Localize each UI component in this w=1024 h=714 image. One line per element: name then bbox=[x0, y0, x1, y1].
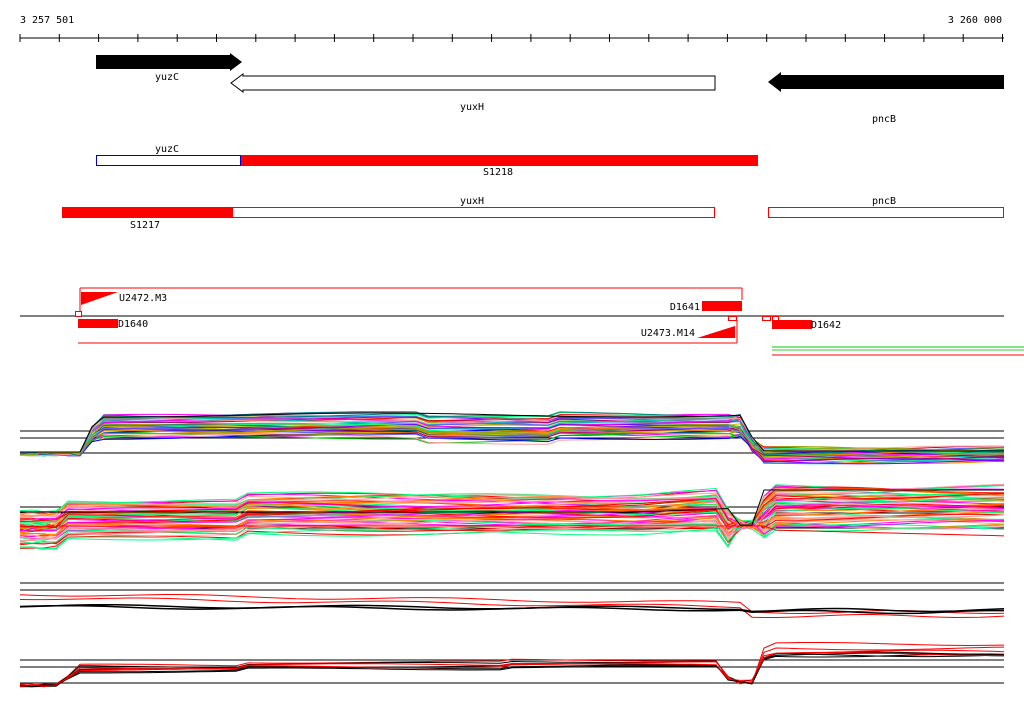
feature-U2473-M14[interactable] bbox=[697, 326, 735, 338]
feature-D1640-marker bbox=[75, 311, 82, 317]
segment-yuzC-outline[interactable] bbox=[96, 155, 241, 166]
feature-label-U2472-M3: U2472.M3 bbox=[119, 293, 167, 304]
segment-label-yuzC: yuzC bbox=[155, 144, 179, 155]
segment-label-S1218: S1218 bbox=[483, 167, 513, 178]
segment-S1218[interactable] bbox=[241, 155, 758, 166]
segment-label-yuxH: yuxH bbox=[460, 196, 484, 207]
segment-yuxH-outline[interactable] bbox=[232, 207, 715, 218]
ruler-end-label: 3 260 000 bbox=[948, 15, 1002, 26]
ruler-start-label: 3 257 501 bbox=[20, 15, 74, 26]
gene-label-yuxH: yuxH bbox=[460, 102, 484, 113]
feature-label-D1641: D1641 bbox=[670, 302, 700, 313]
feature-D1640[interactable] bbox=[78, 319, 118, 328]
segment-pncB-outline[interactable] bbox=[768, 207, 1004, 218]
profile-line bbox=[20, 651, 1005, 688]
genome-browser-view: 3 257 501 3 260 000 yuzC yuxH pncB yuzC … bbox=[19, 15, 1024, 688]
feature-track: U2472.M3 D1640 D1641 U2473.M14 D1642 bbox=[20, 287, 1024, 356]
feature-D1641-marker bbox=[728, 316, 737, 321]
feature-label-D1642: D1642 bbox=[811, 320, 841, 331]
expression-profiles bbox=[19, 411, 1005, 688]
feature-D1641[interactable] bbox=[702, 301, 742, 311]
profile-line bbox=[19, 652, 1005, 688]
profile-panel-1 bbox=[19, 411, 1005, 465]
gene-arrow-pncB[interactable] bbox=[768, 72, 1004, 92]
profile-line bbox=[19, 653, 1005, 688]
panel2-series bbox=[19, 483, 1005, 550]
feature-D1642-marker-a bbox=[762, 316, 771, 321]
profile-line bbox=[19, 594, 1005, 615]
segment-S1217[interactable] bbox=[62, 207, 232, 218]
coordinate-ruler: 3 257 501 3 260 000 bbox=[19, 15, 1004, 42]
panel4-series bbox=[19, 642, 1005, 688]
gene-label-pncB: pncB bbox=[872, 114, 896, 125]
feature-label-D1640: D1640 bbox=[118, 319, 148, 330]
profile-panel-2 bbox=[19, 483, 1005, 550]
gene-track: yuzC yuxH pncB bbox=[96, 53, 1004, 125]
feature-D1642[interactable] bbox=[772, 320, 812, 329]
profile-panel-4 bbox=[19, 642, 1005, 688]
segment-track-2: S1217 yuxH pncB bbox=[62, 196, 1004, 231]
feature-U2472-M3[interactable] bbox=[81, 292, 118, 305]
panel3-series bbox=[19, 594, 1005, 619]
profile-panel-3 bbox=[19, 582, 1005, 619]
segment-track-1: yuzC S1218 bbox=[96, 144, 758, 178]
gene-arrow-yuzC[interactable] bbox=[96, 53, 242, 71]
gene-arrow-yuxH[interactable] bbox=[230, 73, 716, 93]
segment-label-S1217: S1217 bbox=[130, 220, 160, 231]
segment-label-pncB: pncB bbox=[872, 196, 896, 207]
feature-label-U2473-M14: U2473.M14 bbox=[641, 328, 695, 339]
feature-D1642-marker-b bbox=[772, 316, 779, 321]
gene-label-yuzC: yuzC bbox=[155, 72, 179, 83]
